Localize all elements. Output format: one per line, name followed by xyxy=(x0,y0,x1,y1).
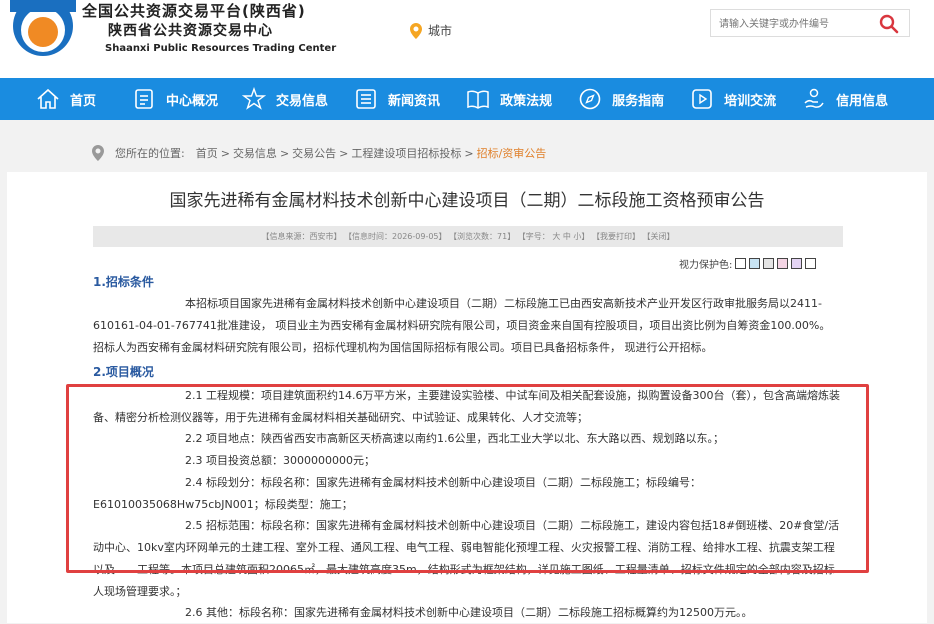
nav-item-guide[interactable]: 服务指南 xyxy=(578,78,664,120)
home-icon xyxy=(37,88,59,109)
main-nav: 首页 中心概况 交易信息 新闻资讯 政策法规 服务指南 培训交流 信用信息 xyxy=(0,78,934,120)
paragraph-bidding-conditions: 本招标项目国家先进稀有金属材料技术创新中心建设项目（二期）二标段施工已由西安高新… xyxy=(93,297,831,354)
breadcrumb-link-home[interactable]: 首页 xyxy=(196,145,218,161)
breadcrumb: 您所在的位置: 首页 > 交易信息 > 交易公告 > 工程建设项目招标投标 > … xyxy=(92,145,546,161)
breadcrumb-separator: > xyxy=(464,146,474,160)
book-icon xyxy=(467,90,489,109)
color-swatch-white[interactable] xyxy=(735,258,747,269)
nav-item-training[interactable]: 培训交流 xyxy=(690,78,776,120)
star-icon xyxy=(242,87,267,110)
section-heading-1: 1.招标条件 xyxy=(93,275,154,289)
logo-title-cn: 全国公共资源交易平台(陕西省) xyxy=(82,2,306,20)
location-pin-icon xyxy=(92,145,104,161)
article-panel: 国家先进稀有金属材料技术创新中心建设项目（二期）二标段施工资格预审公告 【信息来… xyxy=(7,172,927,623)
play-icon xyxy=(692,89,712,109)
paragraph-2-6: 2.6 其他：标段名称：国家先进稀有金属材料技术创新中心建设项目（二期）二标段施… xyxy=(185,606,753,619)
logo-icon xyxy=(10,0,76,56)
nav-item-news[interactable]: 新闻资讯 xyxy=(354,78,440,120)
document-icon xyxy=(135,89,153,109)
breadcrumb-separator: > xyxy=(220,146,230,160)
breadcrumb-current[interactable]: 招标/资审公告 xyxy=(477,145,547,161)
breadcrumb-link-notices[interactable]: 交易公告 xyxy=(292,145,336,161)
logo-title-en: Shaanxi Public Resources Trading Center xyxy=(105,43,337,54)
header: 全国公共资源交易平台(陕西省) 陕西省公共资源交易中心 Shaanxi Publ… xyxy=(0,0,934,78)
color-swatch-white-2[interactable] xyxy=(805,258,817,269)
search-box xyxy=(710,9,910,37)
article-title: 国家先进稀有金属材料技术创新中心建设项目（二期）二标段施工资格预审公告 xyxy=(169,191,765,211)
paragraph-2-5: 2.5 招标范围：标段名称：国家先进稀有金属材料技术创新中心建设项目（二期）二标… xyxy=(93,519,840,598)
color-swatch-blue[interactable] xyxy=(749,258,761,269)
breadcrumb-separator: > xyxy=(339,146,349,160)
color-swatch-pink[interactable] xyxy=(777,258,789,269)
location-pin-icon xyxy=(410,22,422,39)
breadcrumb-prefix: 您所在的位置: xyxy=(115,147,185,160)
nav-item-credit[interactable]: 信用信息 xyxy=(802,78,888,120)
nav-item-trading[interactable]: 交易信息 xyxy=(242,78,328,120)
paragraph-2-3: 2.3 项目投资总额：3000000000元； xyxy=(185,454,375,467)
city-selector[interactable]: 城市 xyxy=(410,22,452,39)
nav-item-policy[interactable]: 政策法规 xyxy=(466,78,552,120)
search-icon[interactable] xyxy=(879,14,899,34)
nav-item-home[interactable]: 首页 xyxy=(36,78,96,120)
search-input[interactable] xyxy=(719,15,869,33)
hand-icon xyxy=(804,88,824,108)
eye-protect-label: 视力保护色: xyxy=(679,260,733,271)
compass-icon xyxy=(579,88,601,110)
breadcrumb-link-trading[interactable]: 交易信息 xyxy=(233,145,277,161)
color-swatch-gray[interactable] xyxy=(763,258,775,269)
list-icon xyxy=(356,89,376,109)
color-swatch-purple[interactable] xyxy=(791,258,803,269)
nav-item-about[interactable]: 中心概况 xyxy=(132,78,218,120)
paragraph-2-1: 2.1 工程规模：项目建筑面积约14.6万平方米，主要建设实验楼、中试车间及相关… xyxy=(93,389,840,424)
breadcrumb-separator: > xyxy=(279,146,290,160)
logo-subtitle-cn: 陕西省公共资源交易中心 xyxy=(108,23,273,39)
city-label: 城市 xyxy=(428,24,453,38)
section-heading-2: 2.项目概况 xyxy=(93,365,154,379)
paragraph-2-4: 2.4 标段划分：标段名称：国家先进稀有金属材料技术创新中心建设项目（二期）二标… xyxy=(93,476,701,511)
article-info-bar[interactable]: 【信息来源：西安市】 【信息时间：2026-09-05】 【浏览次数：71】 【… xyxy=(93,226,843,247)
paragraph-2-2: 2.2 项目地点：陕西省西安市高新区天桥高速以南约1.6公里，西北工业大学以北、… xyxy=(185,432,724,445)
breadcrumb-link-bidding[interactable]: 工程建设项目招标投标 xyxy=(351,145,461,161)
eye-protect-colors: 视力保护色: xyxy=(679,256,817,271)
